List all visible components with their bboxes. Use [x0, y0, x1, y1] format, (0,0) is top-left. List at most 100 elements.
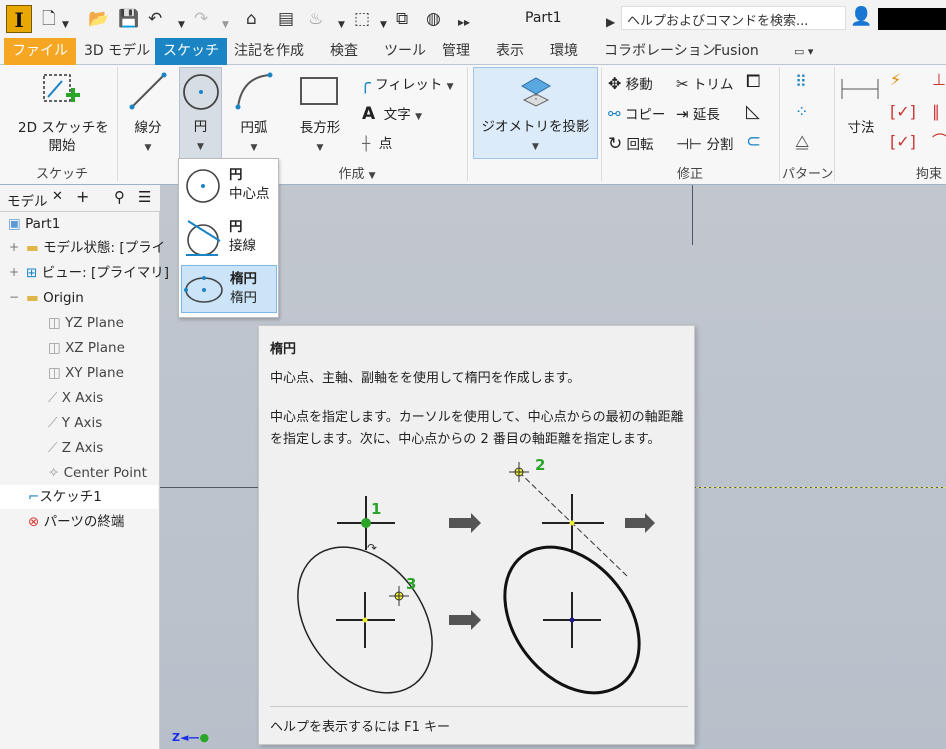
- redo-icon[interactable]: ↷: [194, 8, 208, 30]
- point-button[interactable]: ┼ 点: [362, 135, 392, 153]
- scale-icon[interactable]: ⧠: [746, 73, 760, 91]
- tab-fusion[interactable]: Fusion: [706, 38, 767, 65]
- tab-collaborate[interactable]: コラボレーション: [596, 38, 724, 65]
- text-button[interactable]: A 文字 ▼: [362, 105, 422, 126]
- tab-inspect[interactable]: 検査: [322, 38, 366, 65]
- trim-button[interactable]: ✂ トリム: [676, 75, 733, 94]
- create-group-label[interactable]: 作成 ▼: [322, 163, 392, 182]
- stretch-icon[interactable]: ◺: [746, 103, 760, 121]
- tree-node-x-axis[interactable]: ⟋ X Axis: [48, 386, 103, 410]
- tree-node-origin[interactable]: ▬ Origin: [26, 286, 84, 310]
- mirror-icon[interactable]: ⧋: [795, 133, 809, 151]
- home-icon[interactable]: ⌂: [246, 8, 257, 30]
- tree-node-model-states[interactable]: ▬ モデル状態: [プライ: [26, 236, 165, 260]
- tree-node-yz-plane[interactable]: ◫ YZ Plane: [48, 311, 124, 335]
- move-button[interactable]: ✥ 移動: [608, 75, 653, 94]
- tree-label: X Axis: [61, 390, 104, 406]
- material-dropdown-icon[interactable]: ▼: [338, 14, 345, 36]
- redo-dropdown-icon[interactable]: ▼: [222, 14, 229, 36]
- copy-button[interactable]: ⚯ コピー: [608, 105, 665, 124]
- offset-icon[interactable]: ⊂: [746, 133, 761, 151]
- arc-button[interactable]: 円弧 ▼: [232, 119, 276, 157]
- move-label: 移動: [625, 77, 653, 93]
- rotate-button[interactable]: ↻ 回転: [608, 135, 654, 154]
- menu-item-circle-tangent[interactable]: 円 接線: [181, 213, 277, 261]
- auto-dimension-icon[interactable]: ⚡: [890, 71, 901, 89]
- coincident-icon[interactable]: ⊥: [932, 71, 946, 89]
- material-icon[interactable]: ♨: [308, 8, 323, 30]
- more-chevron-icon[interactable]: ▸▸: [458, 11, 470, 33]
- add-tab-icon[interactable]: +: [76, 187, 89, 206]
- tree-node-sketch1[interactable]: ⌐スケッチ1: [0, 485, 158, 509]
- split-button[interactable]: ⊣⊢ 分割: [676, 135, 733, 154]
- undo-dropdown-icon[interactable]: ▼: [178, 14, 185, 36]
- project-geometry-button[interactable]: ジオメトリを投影 ▼: [473, 67, 598, 159]
- tab-sketch[interactable]: スケッチ: [155, 38, 227, 65]
- save-icon[interactable]: 💾: [118, 8, 139, 30]
- tree-node-y-axis[interactable]: ⟋ Y Axis: [48, 411, 102, 435]
- tree-node-xz-plane[interactable]: ◫ XZ Plane: [48, 336, 125, 360]
- fillet-button[interactable]: ╭ フィレット ▼: [360, 75, 454, 96]
- fillet-label: フィレット: [375, 77, 443, 93]
- select-dropdown-icon[interactable]: ▼: [380, 14, 387, 36]
- dimension-button[interactable]: 寸法: [840, 119, 882, 137]
- circular-pattern-icon[interactable]: ⁘: [795, 103, 808, 121]
- help-search-input[interactable]: ヘルプおよびコマンドを検索...: [621, 6, 846, 30]
- tree-node-view[interactable]: ⊞ ビュー: [プライマリ]: [26, 261, 169, 285]
- menu-item-ellipse[interactable]: 楕円 楕円: [181, 265, 277, 313]
- menu-item-subtitle: 中心点: [229, 186, 270, 202]
- select-icon[interactable]: ⬚: [354, 8, 370, 30]
- tree-node-end-of-part[interactable]: ⊗ パーツの終端: [28, 510, 124, 534]
- user-account-icon[interactable]: 👤: [850, 6, 872, 27]
- rectangular-pattern-icon[interactable]: ⠿: [795, 73, 807, 91]
- search-icon[interactable]: ⚲: [114, 188, 125, 206]
- appearance-icon[interactable]: ◍: [426, 8, 441, 30]
- app-logo[interactable]: I: [6, 5, 32, 33]
- tab-file[interactable]: ファイル: [4, 38, 76, 65]
- tab-3d-model[interactable]: 3D モデル: [76, 38, 158, 65]
- line-icon: [129, 72, 167, 110]
- browser-tab-model[interactable]: モデル: [7, 190, 48, 210]
- menu-item-title: 円: [229, 167, 243, 183]
- step-2-label: 2: [535, 456, 545, 474]
- open-folder-icon[interactable]: 📂: [88, 8, 109, 30]
- arrow-icon: [449, 610, 481, 630]
- tab-view[interactable]: 表示: [488, 38, 532, 65]
- constraint-settings-icon[interactable]: [✓]: [890, 133, 916, 151]
- ribbon-display-toggle-icon[interactable]: ▭ ▾: [786, 38, 821, 65]
- tab-tools[interactable]: ツール: [376, 38, 434, 65]
- parallel-icon[interactable]: ∥: [932, 103, 940, 121]
- tangent-icon[interactable]: ⌒: [932, 133, 946, 151]
- tooltip-title: 楕円: [270, 342, 297, 357]
- tab-annotate[interactable]: 注記を作成: [226, 38, 312, 65]
- tree-node-center-point[interactable]: ✧ Center Point: [48, 461, 147, 485]
- pattern-group-label: パターン: [782, 167, 834, 182]
- tree-label: パーツの終端: [43, 514, 125, 530]
- tree-node-xy-plane[interactable]: ◫ XY Plane: [48, 361, 124, 385]
- circle-button[interactable]: 円 ▼: [179, 67, 222, 159]
- line-button[interactable]: 線分 ▼: [126, 119, 170, 157]
- expand-icon[interactable]: +: [8, 240, 20, 254]
- tab-manage[interactable]: 管理: [434, 38, 478, 65]
- tree-node-part[interactable]: ▣ Part1: [8, 212, 60, 236]
- tree-node-z-axis[interactable]: ⟋ Z Axis: [48, 436, 103, 460]
- visual-style-icon[interactable]: ⧉: [396, 8, 408, 30]
- close-icon[interactable]: ✕: [52, 189, 63, 204]
- menu-icon[interactable]: ☰: [138, 188, 151, 206]
- extend-button[interactable]: ⇥ 延長: [676, 105, 720, 124]
- new-file-icon[interactable]: 🗋: [42, 8, 56, 30]
- start-2d-sketch-button[interactable]: 2D スケッチを 開始: [18, 119, 109, 155]
- expand-icon[interactable]: +: [8, 265, 20, 279]
- menu-item-circle-center[interactable]: 円 中心点: [181, 161, 277, 209]
- show-constraints-icon[interactable]: [✓]: [890, 103, 916, 121]
- properties-icon[interactable]: ▤: [278, 8, 294, 30]
- tab-environments[interactable]: 環境: [542, 38, 586, 65]
- point-label: 点: [378, 136, 393, 152]
- arc-label: 円弧: [240, 120, 268, 136]
- rectangle-button[interactable]: 長方形 ▼: [292, 119, 348, 157]
- tree-label: Center Point: [63, 465, 147, 481]
- undo-icon[interactable]: ↶: [148, 8, 162, 30]
- collapse-icon[interactable]: −: [8, 290, 20, 304]
- new-dropdown-icon[interactable]: ▼: [62, 14, 69, 36]
- account-name-redacted[interactable]: [878, 8, 946, 30]
